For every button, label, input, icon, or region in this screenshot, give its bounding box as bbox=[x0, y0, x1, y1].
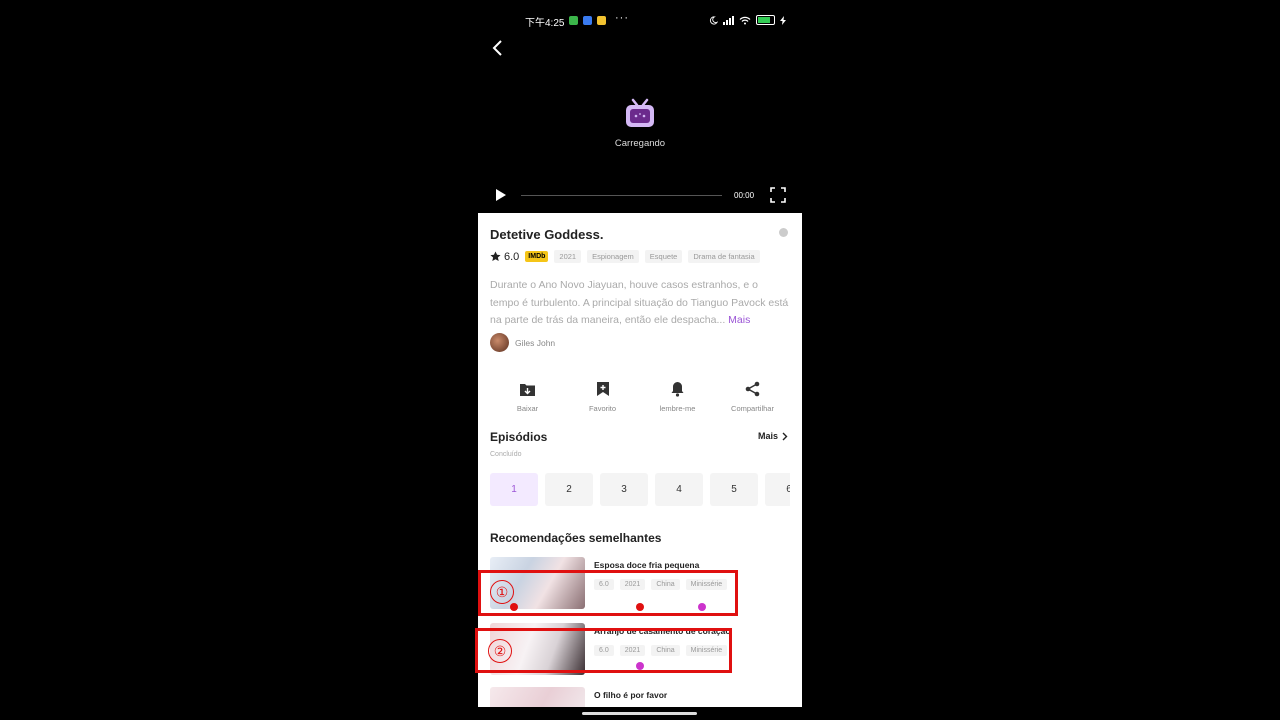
annotation-dot bbox=[698, 603, 706, 611]
tag-chip: Esquete bbox=[644, 250, 683, 263]
episode-button[interactable]: 5 bbox=[710, 473, 758, 506]
fullscreen-icon[interactable] bbox=[770, 187, 786, 203]
tag-chip: 2021 bbox=[554, 250, 582, 263]
wechat-icon bbox=[569, 16, 578, 25]
chevron-right-icon bbox=[782, 432, 788, 440]
episodes-status: Concluído bbox=[490, 451, 522, 458]
app-notification-icon bbox=[597, 16, 606, 25]
status-time: 下午4:25 bbox=[525, 18, 565, 29]
battery-icon bbox=[756, 15, 775, 25]
tag-chip: Drama de fantasia bbox=[688, 250, 760, 263]
meta-row: 6.0 IMDb 2021 Espionagem Esquete Drama d… bbox=[490, 250, 760, 263]
loading-text: Carregando bbox=[614, 138, 666, 149]
recommendation-thumbnail bbox=[490, 687, 585, 707]
imdb-badge: IMDb bbox=[525, 251, 549, 262]
browser-icon bbox=[583, 16, 592, 25]
back-arrow-icon[interactable] bbox=[488, 38, 508, 58]
remind-me-button[interactable]: lembre-me bbox=[640, 380, 715, 413]
episode-button[interactable]: 6 bbox=[765, 473, 790, 506]
progress-track[interactable] bbox=[521, 195, 722, 196]
info-icon[interactable] bbox=[779, 228, 788, 237]
favorite-label: Favorito bbox=[588, 404, 617, 413]
episode-button[interactable]: 1 bbox=[490, 473, 538, 506]
wifi-icon bbox=[739, 16, 751, 24]
episode-button[interactable]: 4 bbox=[655, 473, 703, 506]
annotation-marker-2: ② bbox=[488, 639, 512, 663]
favorite-button[interactable]: Favorito bbox=[565, 380, 640, 413]
episodes-more-label: Mais bbox=[757, 431, 778, 441]
download-label: Baixar bbox=[516, 404, 539, 413]
episode-button[interactable]: 3 bbox=[600, 473, 648, 506]
download-button[interactable]: Baixar bbox=[490, 380, 565, 413]
recommendation-title: O filho é por favor bbox=[594, 690, 668, 700]
episode-list: 1 2 3 4 5 6 bbox=[490, 473, 790, 507]
action-bar: Baixar Favorito lembre-me Compartilhar bbox=[490, 380, 790, 413]
moon-icon bbox=[709, 15, 718, 24]
annotation-marker-1: ① bbox=[490, 580, 514, 604]
player-controls: 00:00 bbox=[478, 185, 802, 205]
annotation-dot bbox=[636, 662, 644, 670]
description-more-link[interactable]: Mais bbox=[728, 314, 750, 326]
rating: 6.0 bbox=[490, 251, 519, 263]
share-button[interactable]: Compartilhar bbox=[715, 380, 790, 413]
annotation-dot bbox=[510, 603, 518, 611]
recommendation-title: Esposa doce fria pequena bbox=[594, 560, 700, 570]
signal-icon bbox=[723, 15, 734, 25]
bell-icon bbox=[671, 382, 684, 397]
episodes-heading: Episódios bbox=[490, 430, 548, 444]
show-title: Detetive Goddess. bbox=[490, 227, 604, 242]
download-icon bbox=[520, 383, 535, 396]
episode-button[interactable]: 2 bbox=[545, 473, 593, 506]
bookmark-add-icon bbox=[596, 382, 609, 396]
rating-value: 6.0 bbox=[504, 250, 520, 263]
recommendation-item[interactable]: O filho é por favor bbox=[490, 687, 790, 707]
share-icon bbox=[745, 381, 760, 397]
more-notifications-icon: ··· bbox=[615, 12, 629, 24]
description: Durante o Ano Novo Jiayuan, houve casos … bbox=[490, 277, 790, 330]
charging-icon bbox=[780, 15, 786, 25]
annotation-dot bbox=[636, 603, 644, 611]
episodes-more-link[interactable]: Mais bbox=[758, 431, 788, 441]
player-timecode: 00:00 bbox=[734, 191, 755, 200]
home-indicator[interactable] bbox=[582, 712, 697, 715]
bilibili-logo-icon bbox=[626, 98, 654, 127]
remind-me-label: lembre-me bbox=[659, 404, 696, 413]
author[interactable]: Giles John bbox=[490, 333, 555, 352]
star-icon bbox=[490, 251, 501, 261]
recommendations-heading: Recomendações semelhantes bbox=[490, 531, 662, 545]
avatar bbox=[490, 333, 509, 352]
share-label: Compartilhar bbox=[731, 404, 774, 413]
author-name: Giles John bbox=[515, 337, 556, 348]
status-bar: 下午4:25 ··· bbox=[478, 12, 802, 30]
play-icon[interactable] bbox=[495, 188, 507, 202]
annotation-box-2 bbox=[475, 628, 732, 673]
tag-chip: Espionagem bbox=[587, 250, 639, 263]
